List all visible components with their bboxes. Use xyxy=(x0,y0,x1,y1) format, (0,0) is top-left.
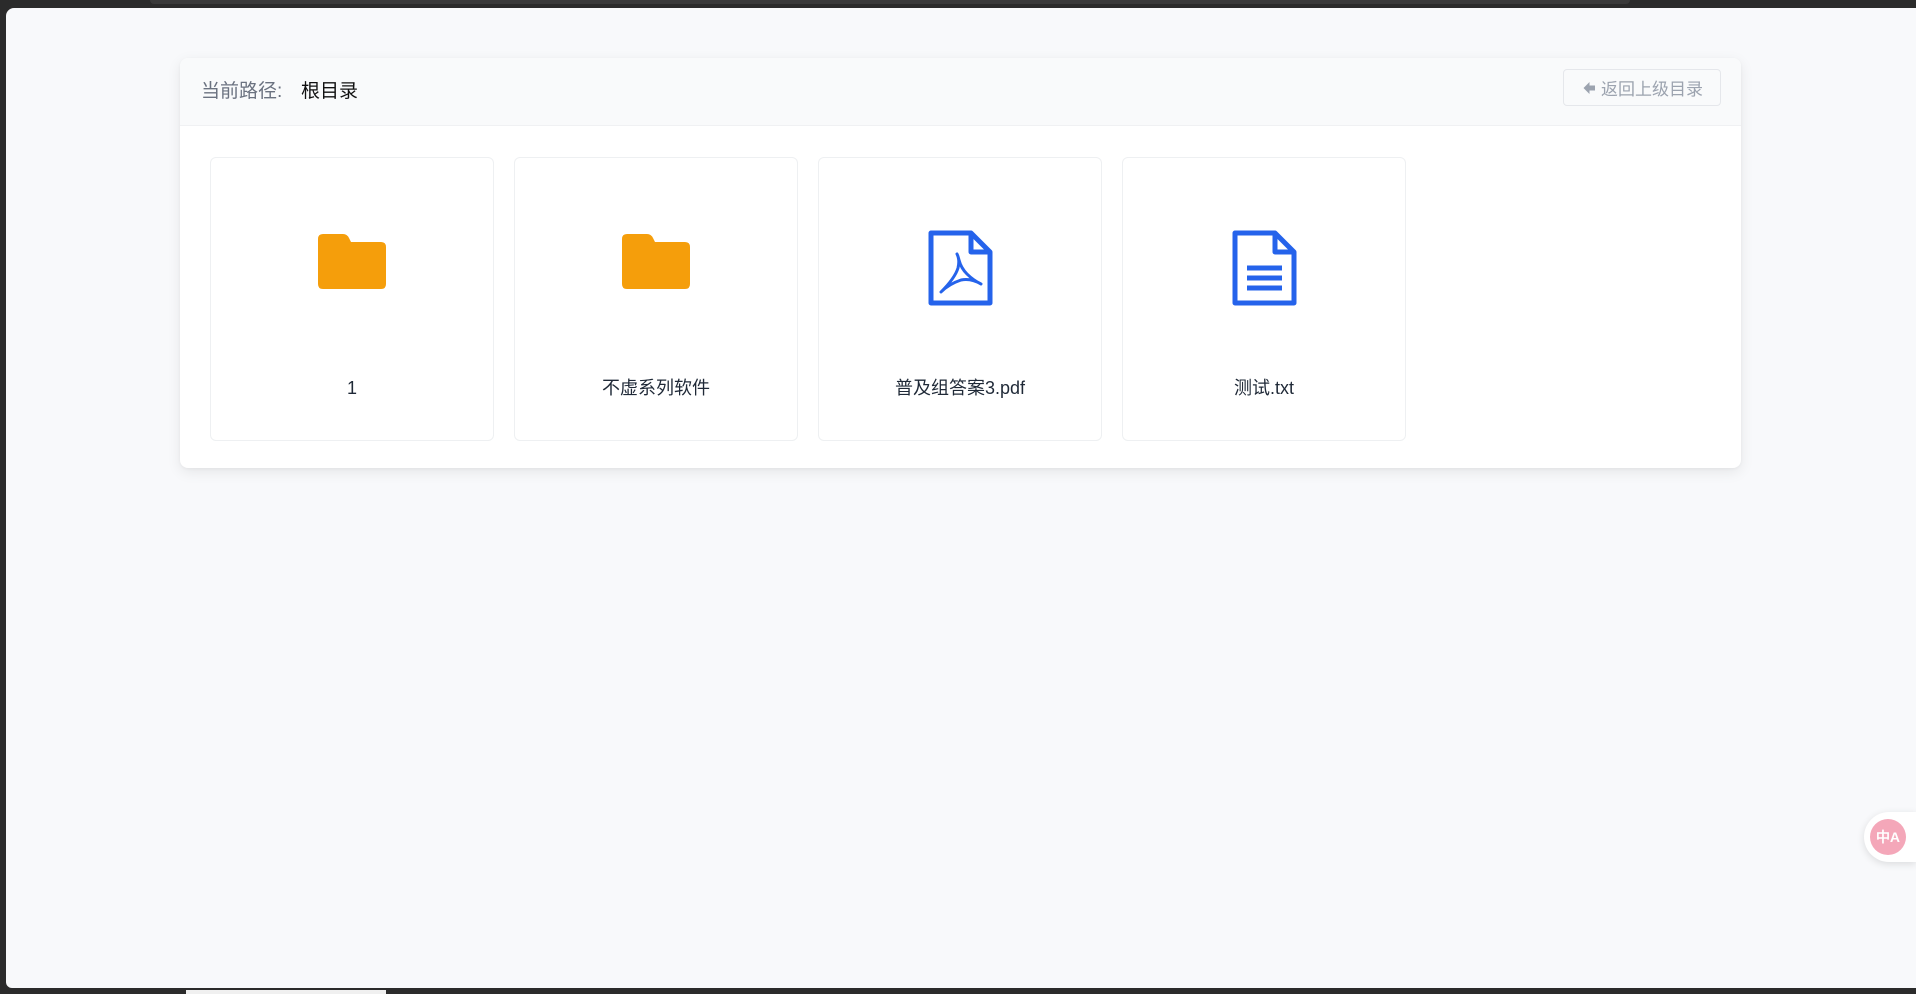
file-item-folder-software[interactable]: 不虚系列软件 xyxy=(514,157,798,441)
page-viewport: 当前路径: 根目录 返回上级目录 1 不虚系列软件 普及组答案3.pdf 测试.… xyxy=(6,8,1916,988)
back-to-parent-button[interactable]: 返回上级目录 xyxy=(1563,69,1721,106)
file-item-name: 1 xyxy=(346,378,357,398)
file-browser-card: 当前路径: 根目录 返回上级目录 1 不虚系列软件 普及组答案3.pdf 测试.… xyxy=(180,58,1741,468)
current-path-value: 根目录 xyxy=(301,81,359,102)
folder-icon xyxy=(621,230,691,297)
translate-widget[interactable]: 中A xyxy=(1864,812,1916,862)
file-item-name: 普及组答案3.pdf xyxy=(894,378,1026,398)
translate-icon: 中A xyxy=(1870,819,1906,855)
text-file-icon xyxy=(1231,230,1297,311)
folder-icon xyxy=(317,230,387,297)
file-item-name: 不虚系列软件 xyxy=(602,378,710,398)
file-item-folder-1[interactable]: 1 xyxy=(210,157,494,441)
current-path-label: 当前路径: xyxy=(201,81,283,102)
file-item-txt[interactable]: 测试.txt xyxy=(1122,157,1406,441)
arrow-left-icon xyxy=(1581,80,1597,96)
file-item-pdf[interactable]: 普及组答案3.pdf xyxy=(818,157,1102,441)
browser-address-strip xyxy=(150,0,1630,4)
file-grid: 1 不虚系列软件 普及组答案3.pdf 测试.txt xyxy=(210,157,1406,441)
file-browser-header: 当前路径: 根目录 返回上级目录 xyxy=(180,58,1741,126)
taskbar-indicator xyxy=(186,990,386,994)
file-item-name: 测试.txt xyxy=(1233,378,1294,398)
pdf-file-icon xyxy=(927,230,993,311)
translate-icon-label: 中A xyxy=(1875,829,1901,845)
back-button-label: 返回上级目录 xyxy=(1601,80,1703,99)
